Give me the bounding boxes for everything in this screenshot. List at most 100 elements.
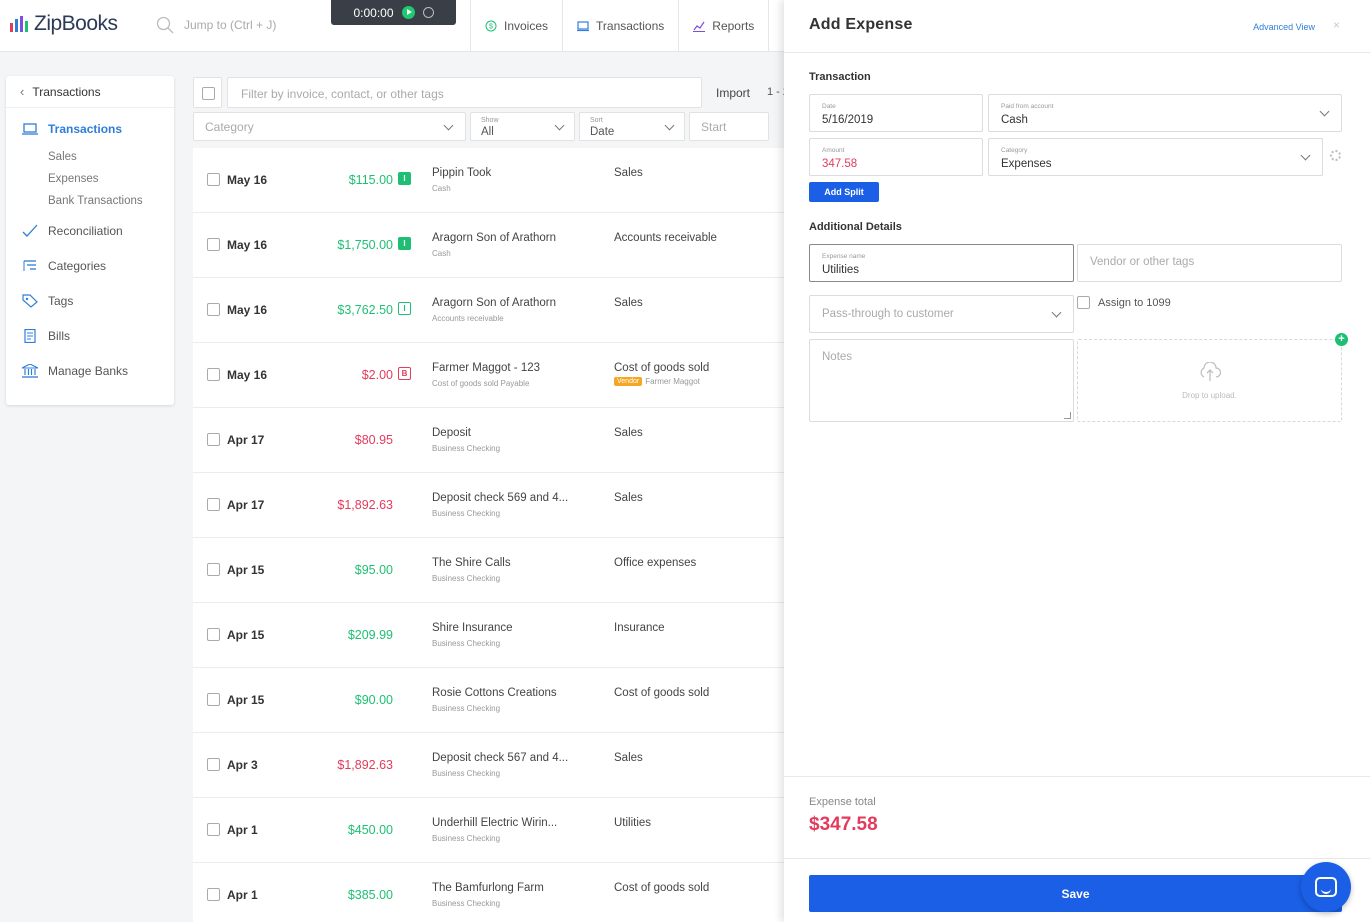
pass-through-select[interactable]: Pass-through to customer <box>809 295 1074 333</box>
save-button[interactable]: Save <box>809 875 1342 912</box>
select-all-checkbox[interactable] <box>202 87 215 100</box>
table-row[interactable]: Apr 15 $95.00 The Shire Calls Business Chec… <box>193 538 785 603</box>
row-category: Utilities <box>614 817 652 829</box>
row-checkbox[interactable] <box>207 433 220 446</box>
resize-handle-icon[interactable] <box>1064 412 1071 419</box>
row-account: Business Checking <box>432 639 501 648</box>
table-row[interactable]: Apr 1 $385.00 The Bamfurlong Farm Business … <box>193 863 785 922</box>
row-amount: $115.00 <box>348 173 393 187</box>
sidebar-back[interactable]: ‹ Transactions <box>6 76 174 108</box>
vendor-tags-field[interactable]: Vendor or other tags <box>1077 244 1342 282</box>
row-checkbox[interactable] <box>207 238 220 251</box>
reports-icon <box>693 21 706 32</box>
row-checkbox[interactable] <box>207 693 220 706</box>
category-filter[interactable]: Category <box>193 112 466 141</box>
table-row[interactable]: May 16 $3,762.50 I Aragorn Son of Arathorn A… <box>193 278 785 343</box>
notes-textarea[interactable]: Notes <box>809 339 1074 422</box>
table-row[interactable]: Apr 17 $1,892.63 Deposit check 569 and 4..… <box>193 473 785 538</box>
row-name: Aragorn Son of Arathorn <box>432 232 557 244</box>
advanced-view-link[interactable]: Advanced View <box>1253 22 1315 32</box>
table-row[interactable]: Apr 17 $80.95 Deposit Business Checking Sale… <box>193 408 785 473</box>
section-additional-details: Additional Details <box>809 221 902 233</box>
chevron-down-icon <box>664 120 675 131</box>
gear-icon[interactable] <box>1330 150 1341 161</box>
show-filter-value: All <box>481 126 494 138</box>
row-category: Sales <box>614 492 643 504</box>
row-checkbox[interactable] <box>207 563 220 576</box>
row-account: Business Checking <box>432 834 501 843</box>
chevron-down-icon <box>1300 150 1311 161</box>
row-checkbox[interactable] <box>207 628 220 641</box>
expense-name-label: Expense name <box>822 253 866 260</box>
sidebar-back-label: Transactions <box>32 84 101 99</box>
nav-invoices[interactable]: $ Invoices <box>470 0 562 52</box>
play-icon[interactable] <box>401 6 415 19</box>
show-filter[interactable]: Show All <box>470 112 575 141</box>
row-checkbox[interactable] <box>207 303 220 316</box>
upload-dropzone[interactable]: Drop to upload. <box>1077 339 1342 422</box>
nav-transactions[interactable]: Transactions <box>562 0 678 52</box>
chevron-down-icon <box>1051 307 1062 318</box>
table-row[interactable]: May 16 $115.00 I Pippin Took Cash Sales <box>193 148 785 213</box>
table-row[interactable]: Apr 1 $450.00 Underhill Electric Wirin... B… <box>193 798 785 863</box>
row-checkbox[interactable] <box>207 498 220 511</box>
table-row[interactable]: May 16 $1,750.00 I Aragorn Son of Arathorn C… <box>193 213 785 278</box>
row-amount: $90.00 <box>354 693 393 707</box>
chevron-left-icon: ‹ <box>20 84 25 99</box>
sidebar-subitem-sales[interactable]: Sales <box>48 151 77 163</box>
transaction-list: May 16 $115.00 I Pippin Took Cash Sales May 16… <box>193 148 785 922</box>
assign-1099-checkbox[interactable] <box>1077 296 1090 309</box>
sidebar-item-categories[interactable]: Categories <box>22 259 106 273</box>
assign-1099-option[interactable]: Assign to 1099 <box>1077 296 1171 309</box>
sidebar-subitem-bank-transactions[interactable]: Bank Transactions <box>48 195 143 207</box>
row-checkbox[interactable] <box>207 173 220 186</box>
close-icon[interactable]: × <box>1333 18 1340 32</box>
invoice-badge-icon[interactable]: I <box>398 302 411 315</box>
row-checkbox[interactable] <box>207 368 220 381</box>
sidebar-item-reconciliation[interactable]: Reconciliation <box>22 224 123 238</box>
table-row[interactable]: Apr 3 $1,892.63 Deposit check 567 and 4...… <box>193 733 785 798</box>
nav-reports[interactable]: Reports <box>678 0 768 52</box>
transactions-icon <box>577 21 590 32</box>
invoice-badge-icon[interactable]: I <box>398 172 411 185</box>
table-row[interactable]: Apr 15 $209.99 Shire Insurance Business Che… <box>193 603 785 668</box>
expense-name-field[interactable]: Expense name Utilities <box>809 244 1074 282</box>
row-date: Apr 15 <box>227 628 265 642</box>
bill-badge-icon[interactable]: B <box>398 367 411 380</box>
row-name: Deposit check 569 and 4... <box>432 492 569 504</box>
sidebar: ‹ Transactions Transactions Sales Expens… <box>6 76 174 405</box>
notes-placeholder: Notes <box>822 351 853 363</box>
row-checkbox[interactable] <box>207 888 220 901</box>
sort-filter[interactable]: Sort Date <box>579 112 685 141</box>
row-checkbox[interactable] <box>207 823 220 836</box>
paid-from-account-select[interactable]: Paid from account Cash <box>988 94 1342 132</box>
logo[interactable]: ZipBooks <box>10 12 118 36</box>
invoice-badge-icon[interactable]: I <box>398 237 411 250</box>
row-category: Cost of goods sold <box>614 687 710 699</box>
chevron-down-icon <box>1319 106 1330 117</box>
filter-input[interactable]: Filter by invoice, contact, or other tag… <box>227 77 702 108</box>
add-split-button[interactable]: Add Split <box>809 182 879 202</box>
row-amount: $80.95 <box>354 433 393 447</box>
sidebar-item-transactions[interactable]: Transactions <box>22 122 122 136</box>
add-attachment-icon[interactable]: + <box>1335 333 1348 346</box>
global-search-placeholder: Jump to (Ctrl + J) <box>184 18 277 32</box>
sidebar-item-bills[interactable]: Bills <box>22 329 70 343</box>
chat-launcher[interactable] <box>1301 862 1351 912</box>
time-tracker[interactable]: 0:00:00 <box>331 0 456 25</box>
table-row[interactable]: May 16 $2.00 B Farmer Maggot - 123 Cost of g… <box>193 343 785 408</box>
paid-from-label: Paid from account <box>1001 103 1054 110</box>
sidebar-item-tags[interactable]: Tags <box>22 294 73 308</box>
category-select[interactable]: Category Expenses <box>988 138 1323 176</box>
sidebar-item-manage-banks[interactable]: Manage Banks <box>22 364 128 378</box>
start-date-filter[interactable]: Start <box>689 112 769 141</box>
stopwatch-icon[interactable] <box>422 7 434 18</box>
table-row[interactable]: Apr 15 $90.00 Rosie Cottons Creations Busin… <box>193 668 785 733</box>
amount-field[interactable]: Amount 347.58 <box>809 138 983 176</box>
global-search[interactable]: Jump to (Ctrl + J) <box>156 16 276 34</box>
sidebar-subitem-expenses[interactable]: Expenses <box>48 173 99 185</box>
import-button[interactable]: Import <box>716 86 750 100</box>
show-filter-label: Show <box>481 117 499 124</box>
date-field[interactable]: Date 5/16/2019 <box>809 94 983 132</box>
row-checkbox[interactable] <box>207 758 220 771</box>
